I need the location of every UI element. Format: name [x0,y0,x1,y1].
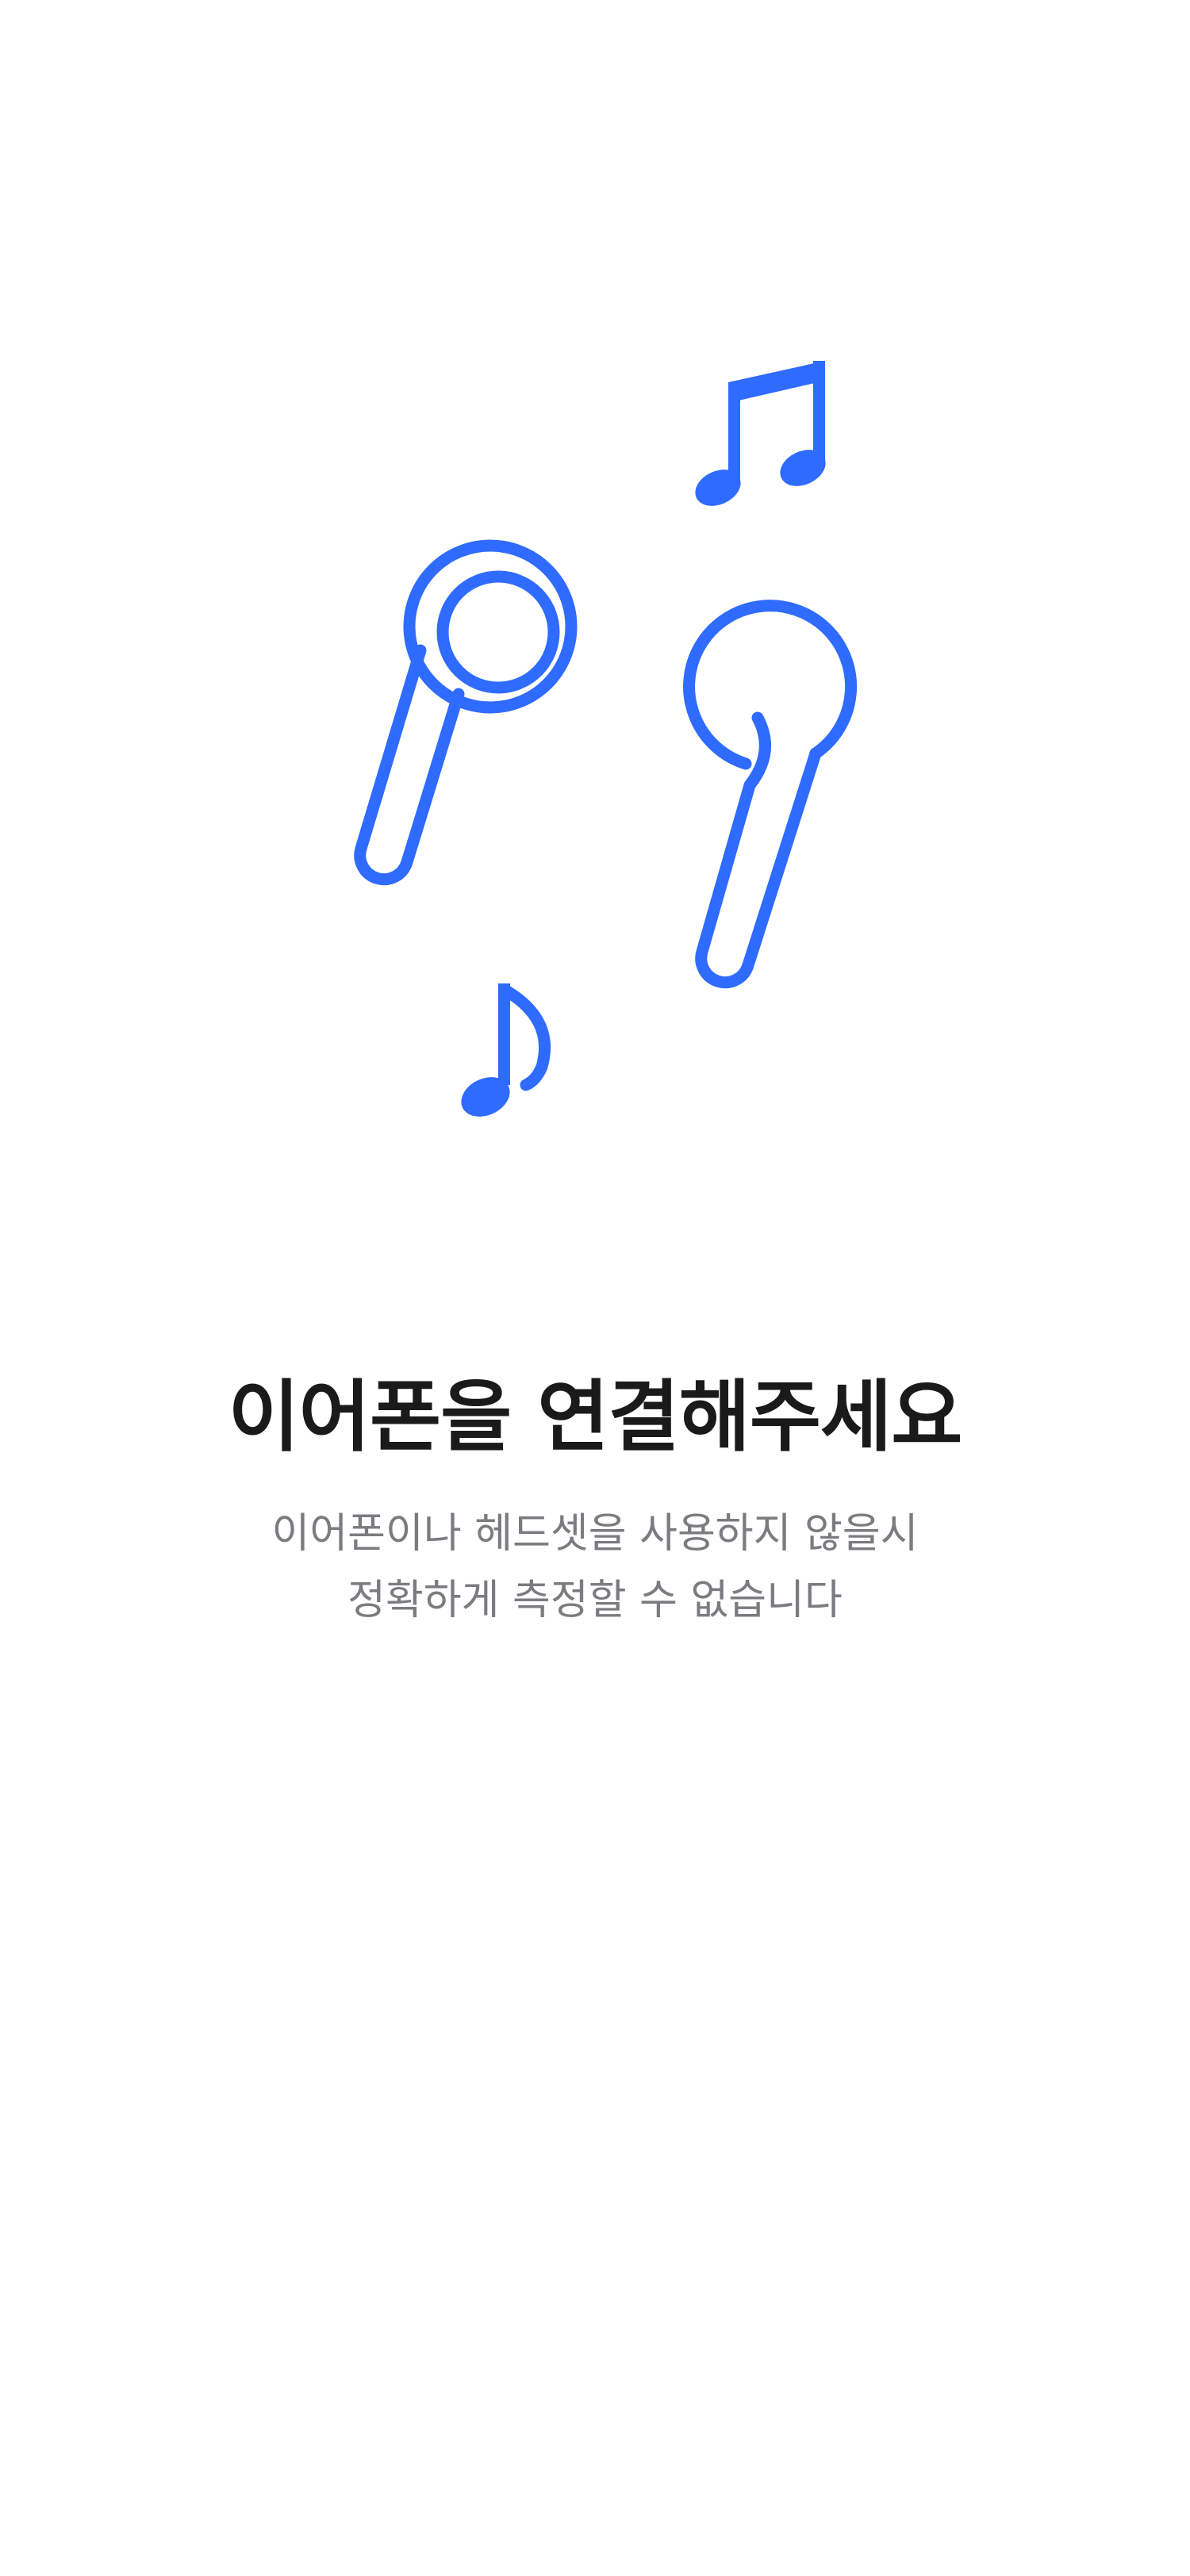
page-description: 이어폰이나 헤드셋을 사용하지 않을시 정확하게 측정할 수 없습니다 [0,1501,1190,1634]
right-earbud-icon [683,600,858,989]
earphones-illustration [354,361,858,1117]
description-line: 이어폰이나 헤드셋을 사용하지 않을시 [271,1510,919,1558]
left-earbud-icon [354,539,578,886]
double-music-note-icon [695,361,826,506]
page-title: 이어폰을 연결해주세요 [228,1372,963,1462]
description-line: 정확하게 측정할 수 없습니다 [347,1577,843,1624]
eighth-music-note-icon [461,983,551,1117]
earphone-connect-screen: 이어폰을 연결해주세요 이어폰이나 헤드셋을 사용하지 않을시 정확하게 측정할… [0,0,1190,2576]
